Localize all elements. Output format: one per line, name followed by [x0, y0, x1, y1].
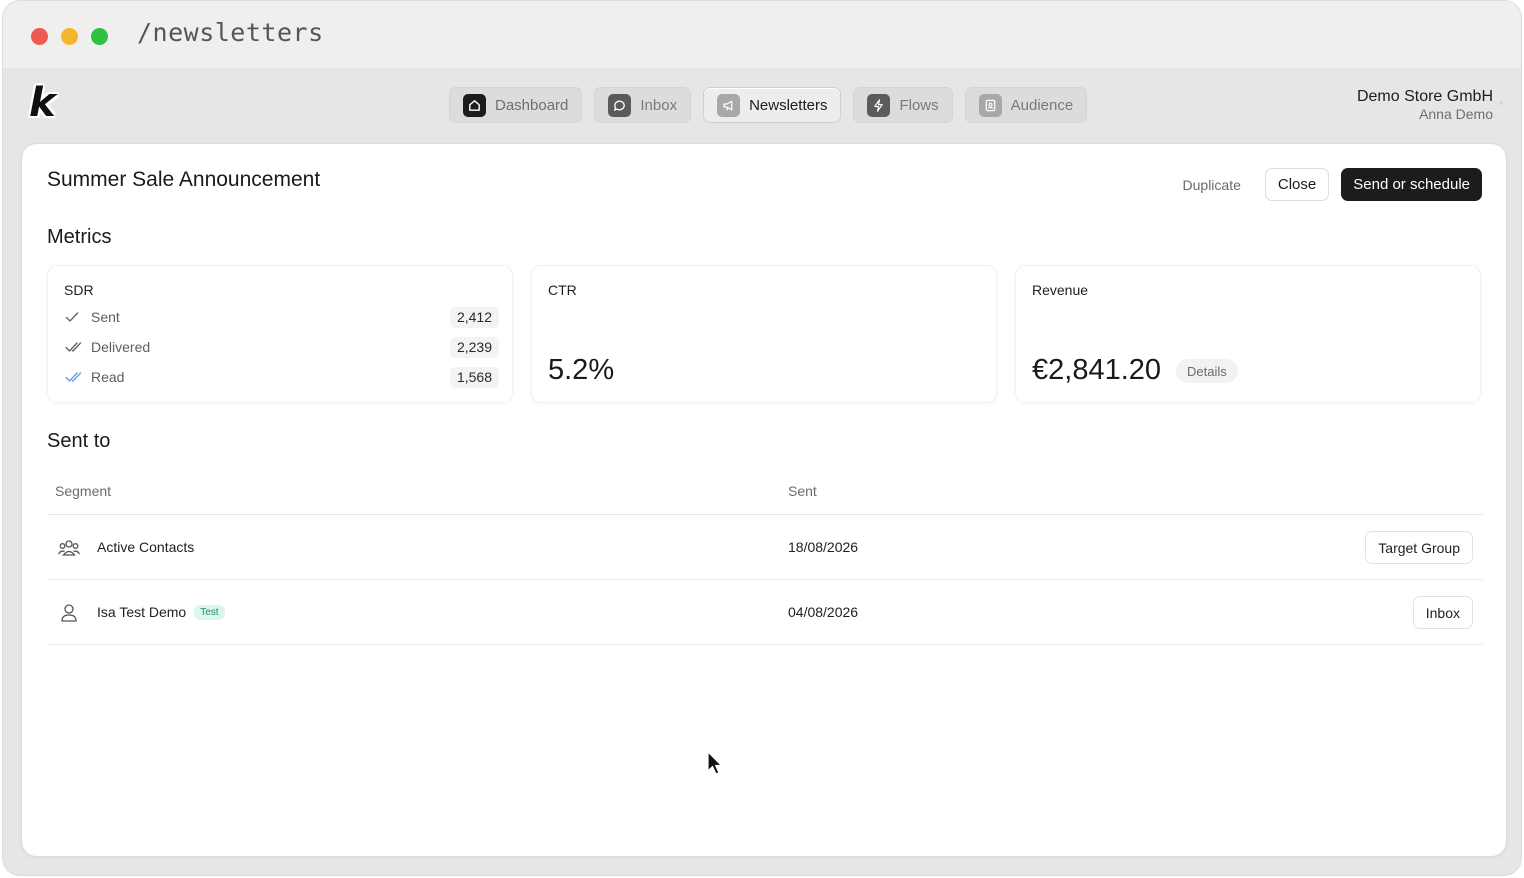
page-title: Summer Sale Announcement: [47, 168, 321, 191]
ctr-value: 5.2%: [548, 354, 615, 386]
sdr-read-value: 1,568: [449, 366, 499, 388]
close-button[interactable]: Close: [1264, 168, 1330, 201]
table-row: Active Contacts 18/08/2026 Target Group: [47, 515, 1483, 580]
inbox-button[interactable]: Inbox: [1412, 596, 1473, 629]
tab-inbox[interactable]: Inbox: [594, 87, 692, 123]
header-actions: Duplicate Close Send or schedule: [1171, 168, 1482, 201]
main-nav: Dashboard Inbox Newsletters Flows Audien…: [449, 87, 1088, 123]
sdr-label: SDR: [64, 282, 94, 298]
app-logo[interactable]: k: [29, 83, 65, 123]
sent-to-heading: Sent to: [47, 430, 111, 452]
sdr-delivered-value: 2,239: [449, 336, 499, 358]
column-header-sent: Sent: [788, 483, 817, 499]
tab-inbox-label: Inbox: [640, 96, 678, 114]
contacts-icon: [978, 93, 1002, 117]
tab-flows[interactable]: Flows: [853, 87, 953, 123]
sdr-row-sent: Sent 2,412: [65, 306, 499, 328]
revenue-label: Revenue: [1032, 282, 1089, 298]
double-check-icon: [65, 340, 84, 354]
sdr-delivered-label: Delivered: [91, 339, 151, 355]
account-menu[interactable]: Demo Store GmbH Anna Demo: [1356, 88, 1503, 123]
sdr-sent-label: Sent: [91, 309, 120, 325]
sent-to-table: Segment Sent Active Contacts 18/08/2026 …: [47, 469, 1483, 645]
target-group-button[interactable]: Target Group: [1365, 531, 1473, 564]
send-or-schedule-button[interactable]: Send or schedule: [1341, 168, 1482, 201]
tab-audience[interactable]: Audience: [964, 87, 1088, 123]
sdr-sent-value: 2,412: [449, 306, 499, 328]
duplicate-button[interactable]: Duplicate: [1171, 168, 1253, 201]
mouse-cursor-icon: [707, 751, 723, 775]
sdr-metric-card: SDR Sent 2,412 Delivered 2,239 Read 1,56…: [47, 265, 513, 403]
revenue-details-button[interactable]: Details: [1176, 359, 1238, 383]
column-header-segment: Segment: [55, 483, 112, 499]
table-header: Segment Sent: [47, 469, 1483, 515]
maximize-window-button[interactable]: [91, 28, 108, 45]
account-company: Demo Store GmbH: [1356, 88, 1493, 105]
sdr-read-label: Read: [91, 369, 125, 385]
group-icon: [57, 536, 81, 560]
title-bar: /newsletters: [3, 1, 1521, 69]
newsletter-detail-card: Summer Sale Announcement Duplicate Close…: [21, 143, 1507, 857]
close-window-button[interactable]: [31, 28, 48, 45]
app-header: k Dashboard Inbox Newsletters Flows Audi…: [3, 69, 1521, 143]
segment-name: Active Contacts: [97, 539, 194, 555]
minimize-window-button[interactable]: [61, 28, 78, 45]
tab-dashboard-label: Dashboard: [495, 96, 569, 114]
check-icon: [65, 310, 84, 324]
test-badge: Test: [194, 604, 225, 620]
person-icon: [57, 601, 81, 625]
segment-name-text: Active Contacts: [97, 539, 195, 555]
revenue-metric-card: Revenue €2,841.20 Details: [1015, 265, 1481, 403]
tab-newsletters[interactable]: Newsletters: [703, 87, 842, 123]
double-check-blue-icon: [65, 370, 84, 384]
sdr-row-delivered: Delivered 2,239: [65, 336, 499, 358]
tab-flows-label: Flows: [899, 96, 939, 114]
chat-icon: [608, 93, 632, 117]
home-icon: [463, 93, 486, 117]
tab-dashboard[interactable]: Dashboard: [449, 87, 583, 123]
segment-name: Isa Test Demo Test: [97, 604, 225, 620]
ctr-label: CTR: [548, 282, 577, 298]
metrics-heading: Metrics: [47, 226, 112, 248]
segment-name-text: Isa Test Demo: [97, 604, 187, 620]
sent-date: 04/08/2026: [788, 604, 859, 620]
window-path-title: /newsletters: [137, 18, 324, 47]
account-status-dot: [1499, 101, 1503, 105]
app-window: /newsletters k Dashboard Inbox Newslette…: [2, 0, 1522, 876]
ctr-metric-card: CTR 5.2%: [531, 265, 997, 403]
revenue-value: €2,841.20: [1032, 354, 1162, 386]
tab-newsletters-label: Newsletters: [749, 96, 828, 114]
megaphone-icon: [717, 93, 741, 117]
sdr-row-read: Read 1,568: [65, 366, 499, 388]
table-row: Isa Test Demo Test 04/08/2026 Inbox: [47, 580, 1483, 645]
bolt-icon: [867, 93, 891, 117]
tab-audience-label: Audience: [1010, 96, 1074, 114]
sent-date: 18/08/2026: [788, 539, 859, 555]
account-user: Anna Demo: [1419, 106, 1493, 122]
